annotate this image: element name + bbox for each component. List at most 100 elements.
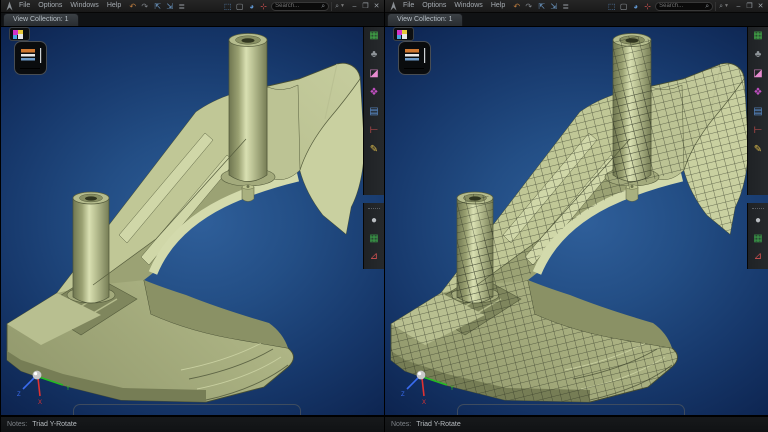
cad-model[interactable]	[385, 27, 768, 416]
geometry-tree-icon[interactable]: ♣	[368, 48, 381, 61]
mesh-generate-icon[interactable]: ▦	[752, 29, 765, 42]
toolbar-grip[interactable]	[368, 208, 380, 211]
triad-y-label: Y	[450, 386, 454, 392]
orbit-view-icon[interactable]: ◕	[246, 1, 257, 12]
screenshot-icon[interactable]: ⇱	[152, 1, 163, 12]
menu-file[interactable]: File	[15, 0, 34, 12]
geometry-tree-icon[interactable]: ♣	[752, 48, 765, 61]
view-collection-thumbnail[interactable]	[393, 27, 414, 41]
minimize-button[interactable]: –	[350, 1, 359, 12]
mesh-quality-icon[interactable]: ▦	[752, 232, 765, 245]
eraser-icon[interactable]: ◪	[752, 67, 765, 80]
redo-icon[interactable]: ↷	[523, 1, 534, 12]
menu-help[interactable]: Help	[487, 0, 509, 12]
app-logo-icon	[4, 1, 15, 12]
collapsed-command-panel[interactable]	[73, 404, 301, 415]
triad-z-label: Z	[17, 392, 21, 398]
triad-z-label: Z	[401, 392, 405, 398]
list-panel-icon[interactable]: ≣	[176, 1, 187, 12]
search-options-button[interactable]: ⌕ ▼	[331, 2, 348, 11]
tab-view-collection[interactable]: View Collection: 1	[387, 13, 463, 26]
status-bar: Notes: Triad Y-Rotate	[1, 416, 384, 432]
menu-items: FileOptionsWindowsHelp	[399, 0, 509, 12]
model-geometry	[7, 34, 364, 403]
axes-tool-icon[interactable]: ⊹	[642, 1, 653, 12]
orbit-view-icon[interactable]: ◕	[630, 1, 641, 12]
export-image-icon[interactable]: ⇲	[548, 1, 559, 12]
mesh-generate-icon[interactable]: ▦	[368, 29, 381, 42]
export-image-icon[interactable]: ⇲	[164, 1, 175, 12]
axes-tool-icon[interactable]: ⊹	[258, 1, 269, 12]
status-label: Notes:	[391, 421, 411, 428]
close-button[interactable]: ✕	[372, 1, 381, 12]
axis-triad[interactable]: Y X Z	[15, 365, 75, 407]
redo-icon[interactable]: ↷	[139, 1, 150, 12]
minimize-button[interactable]: –	[734, 1, 743, 12]
panels-icon[interactable]: ▤	[368, 105, 381, 118]
menu-options[interactable]: Options	[418, 0, 450, 12]
new-page-icon[interactable]: ▢	[234, 1, 245, 12]
list-panel-icon[interactable]: ≣	[560, 1, 571, 12]
view-preset-button[interactable]	[398, 41, 431, 75]
collapsed-command-panel[interactable]	[457, 404, 685, 415]
mesh-quality-icon[interactable]: ▦	[368, 232, 381, 245]
triad-origin-sphere	[417, 371, 426, 380]
close-button[interactable]: ✕	[756, 1, 765, 12]
view-collection-thumbnail[interactable]	[9, 27, 30, 41]
screenshot-icon[interactable]: ⇱	[536, 1, 547, 12]
annotate-icon[interactable]: ✎	[368, 143, 381, 156]
sphere-view-icon[interactable]: ●	[752, 214, 765, 227]
thumbnail-icon	[10, 29, 29, 41]
menu-help[interactable]: Help	[103, 0, 125, 12]
menu-file[interactable]: File	[399, 0, 418, 12]
menu-options[interactable]: Options	[34, 0, 66, 12]
undo-icon[interactable]: ↶	[511, 1, 522, 12]
select-box-icon[interactable]: ⬚	[606, 1, 617, 12]
caret-down-icon: ▼	[724, 2, 729, 11]
magnifier-icon[interactable]: ⌕	[321, 2, 325, 11]
triad-origin-sphere	[33, 371, 42, 380]
view-toolbar: ⬚▢◕⊹	[606, 1, 653, 12]
axis-triad[interactable]: Y X Z	[399, 365, 459, 407]
toolbar-grip[interactable]	[752, 208, 764, 211]
maximize-button[interactable]: ❐	[745, 1, 754, 12]
maximize-button[interactable]: ❐	[361, 1, 370, 12]
magnifier-icon[interactable]: ⌕	[705, 2, 709, 11]
history-toolbar: ↶↷	[127, 1, 150, 12]
view-preset-button[interactable]	[14, 41, 47, 75]
new-page-icon[interactable]: ▢	[618, 1, 629, 12]
primitives-icon[interactable]: ❖	[752, 86, 765, 99]
select-box-icon[interactable]: ⬚	[222, 1, 233, 12]
menu-bar: FileOptionsWindowsHelp ↶↷ ⇱⇲≣ ⬚▢◕⊹ ⌕ ⌕ ▼…	[385, 0, 768, 13]
annotate-icon[interactable]: ✎	[752, 143, 765, 156]
mesh-overlay	[391, 36, 748, 402]
right-toolbar-bottom: ● ▦ ⊿	[747, 203, 768, 269]
eraser-icon[interactable]: ◪	[368, 67, 381, 80]
menu-windows[interactable]: Windows	[450, 0, 486, 12]
viewport-3d[interactable]: ▦ ♣ ◪ ❖ ▤ ⊢ ✎ ● ▦ ⊿ Y X Z	[1, 27, 384, 416]
undo-icon[interactable]: ↶	[127, 1, 138, 12]
desktop: FileOptionsWindowsHelp ↶↷ ⇱⇲≣ ⬚▢◕⊹ ⌕ ⌕ ▼…	[0, 0, 768, 432]
menu-windows[interactable]: Windows	[66, 0, 102, 12]
panels-icon[interactable]: ▤	[752, 105, 765, 118]
app-logo-icon	[388, 1, 399, 12]
search-options-button[interactable]: ⌕ ▼	[715, 2, 732, 11]
menu-bar: FileOptionsWindowsHelp ↶↷ ⇱⇲≣ ⬚▢◕⊹ ⌕ ⌕ ▼…	[1, 0, 384, 13]
tab-view-collection[interactable]: View Collection: 1	[3, 13, 79, 26]
primitives-icon[interactable]: ❖	[368, 86, 381, 99]
history-toolbar: ↶↷	[511, 1, 534, 12]
status-value: Triad Y-Rotate	[32, 421, 77, 428]
axis-snap-icon[interactable]: ⊿	[368, 250, 381, 263]
search-box[interactable]: ⌕	[271, 2, 329, 11]
search-box[interactable]: ⌕	[655, 2, 713, 11]
sphere-view-icon[interactable]: ●	[368, 214, 381, 227]
viewport-3d[interactable]: ▦ ♣ ◪ ❖ ▤ ⊢ ✎ ● ▦ ⊿ Y X Z	[385, 27, 768, 416]
status-label: Notes:	[7, 421, 27, 428]
measure-icon[interactable]: ⊢	[368, 124, 381, 137]
search-input[interactable]	[659, 3, 705, 9]
search-input[interactable]	[275, 3, 321, 9]
measure-icon[interactable]: ⊢	[752, 124, 765, 137]
triad-x-label: X	[422, 400, 426, 406]
cad-model[interactable]	[1, 27, 384, 416]
axis-snap-icon[interactable]: ⊿	[752, 250, 765, 263]
